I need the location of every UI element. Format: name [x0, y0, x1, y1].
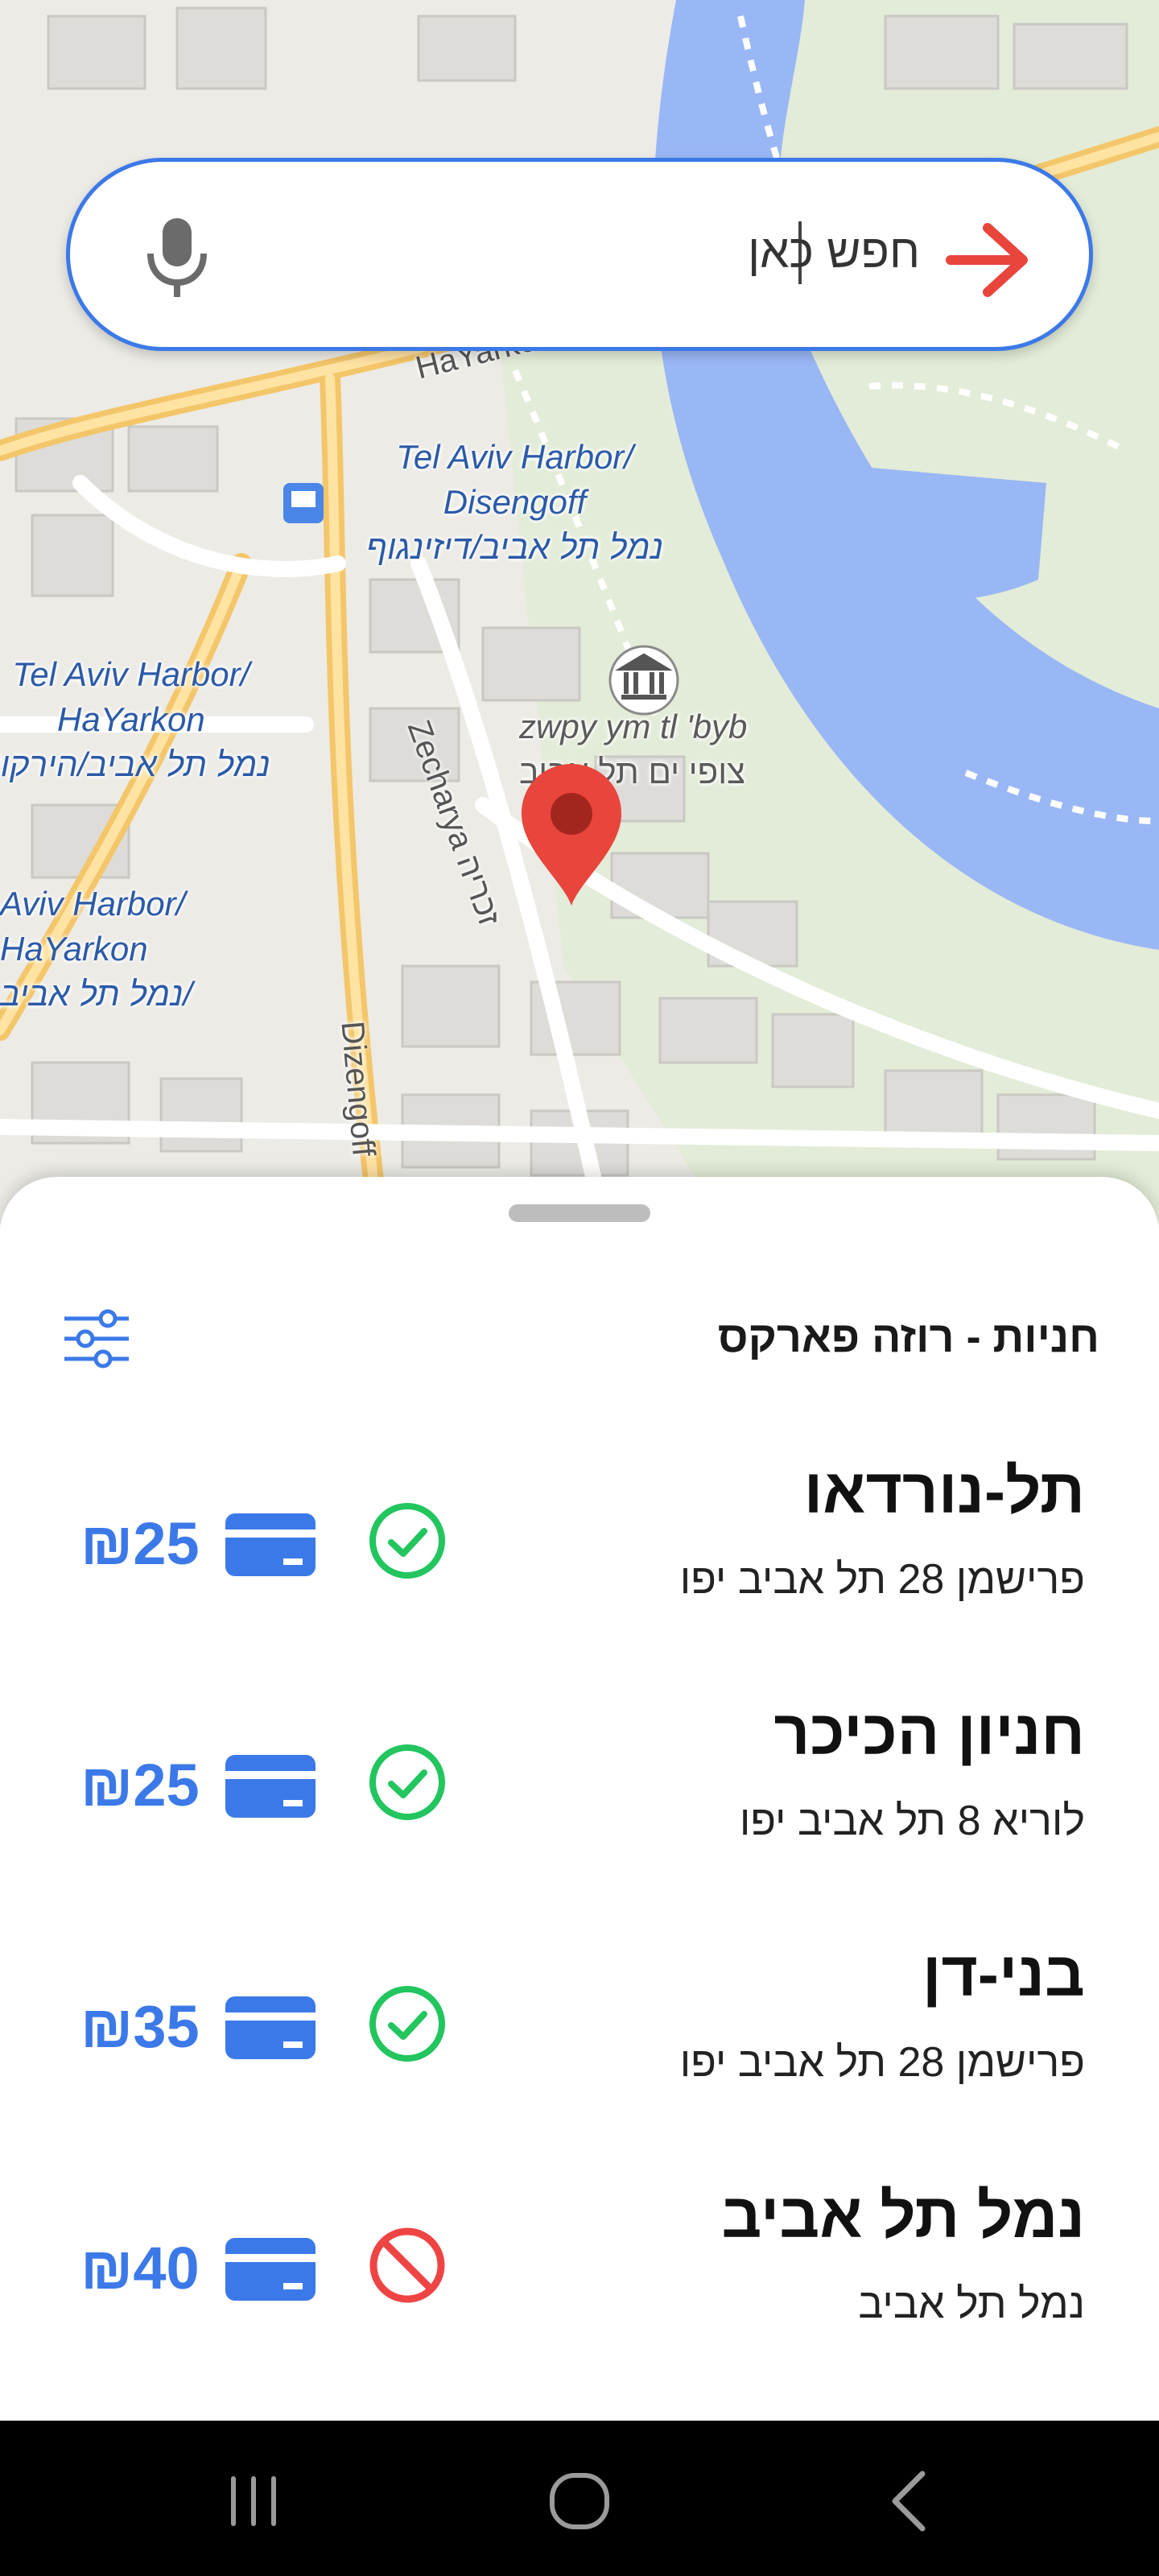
lot-name: תל-נורדאו	[803, 1455, 1085, 1526]
lot-address: נמל תל אביב	[858, 2281, 1085, 2327]
search-bar[interactable]: חפש כאן	[66, 158, 1093, 351]
credit-card-icon	[225, 1755, 316, 1818]
credit-card-icon	[225, 2238, 316, 2301]
results-sheet[interactable]: חניות - רוזה פארקס תל-נורדאו פרישמן 28 ת…	[0, 1177, 1159, 2421]
lot-price: ₪25	[80, 1752, 200, 1818]
check-circle-icon	[369, 1744, 445, 1820]
credit-card-icon	[225, 1513, 316, 1576]
lot-address: פרישמן 28 תל אביב יפו	[679, 1556, 1085, 1603]
map-label-museum-en: zwpy ym tl 'byb	[519, 708, 748, 745]
map-label-harbor-hayarkon-2-en: Aviv Harbor/ HaYarkon	[0, 885, 186, 968]
map-label-harbor-disengoff-he: נמל תל אביב/דיזינגוף	[366, 528, 664, 566]
search-input[interactable]: חפש כאן	[748, 225, 920, 279]
home-icon[interactable]	[539, 2461, 620, 2541]
lot-price: ₪40	[80, 2235, 200, 2301]
location-pin-icon[interactable]	[515, 761, 628, 910]
map-view[interactable]: Tel Aviv Harbor/ Disengoff נמל תל אביב/ד…	[0, 0, 1159, 1224]
lot-address: לוריא 8 תל אביב יפו	[739, 1798, 1085, 1844]
map-label-harbor-hayarkon-1-he: נמל תל אביב/הירקון	[0, 745, 270, 783]
sliders-icon[interactable]	[63, 1309, 130, 1368]
map-label-harbor-hayarkon-1: Tel Aviv Harbor/ HaYarkon נמל תל אביב/הי…	[0, 652, 270, 787]
app-root: Tel Aviv Harbor/ Disengoff נמל תל אביב/ד…	[0, 0, 1159, 2576]
mic-icon[interactable]	[141, 218, 213, 299]
sheet-title: חניות - רוזה פארקס	[717, 1313, 1099, 1361]
lot-address: פרישמן 28 תל אביב יפו	[679, 2039, 1085, 2086]
arrow-right-icon[interactable]	[946, 221, 1031, 299]
map-label-harbor-hayarkon-2: Aviv Harbor/ HaYarkon נמל תל אביב/	[0, 881, 192, 1017]
map-label-harbor-disengoff-en: Tel Aviv Harbor/ Disengoff	[396, 438, 633, 521]
parking-lot-row[interactable]: חניון הכיכר לוריא 8 תל אביב יפו ₪25	[0, 1692, 1159, 1934]
back-icon[interactable]	[869, 2461, 950, 2541]
parking-lot-row[interactable]: נמל תל אביב נמל תל אביב ₪40	[0, 2175, 1159, 2417]
check-circle-icon	[369, 1986, 445, 2062]
lot-name: נמל תל אביב	[721, 2180, 1085, 2251]
drag-handle[interactable]	[509, 1204, 650, 1222]
no-entry-icon	[369, 2227, 445, 2303]
parking-lot-row[interactable]: תל-נורדאו פרישמן 28 תל אביב יפו ₪25	[0, 1451, 1159, 1692]
map-label-harbor-hayarkon-1-en: Tel Aviv Harbor/ HaYarkon	[12, 655, 250, 738]
lot-price: ₪35	[80, 1993, 200, 2060]
map-label-harbor-disengoff: Tel Aviv Harbor/ Disengoff נמל תל אביב/ד…	[366, 435, 663, 570]
map-label-harbor-hayarkon-2-he: נמל תל אביב/	[0, 975, 193, 1013]
lot-price: ₪25	[80, 1510, 200, 1577]
lot-name: בני-דן	[922, 1938, 1085, 2009]
lot-name: חניון הכיכר	[773, 1697, 1085, 1768]
system-nav-bar	[0, 2421, 1159, 2576]
check-circle-icon	[369, 1503, 445, 1579]
credit-card-icon	[225, 1996, 316, 2059]
recents-icon[interactable]	[213, 2461, 294, 2541]
parking-lot-row[interactable]: בני-דן פרישמן 28 תל אביב יפו ₪35	[0, 1934, 1159, 2175]
